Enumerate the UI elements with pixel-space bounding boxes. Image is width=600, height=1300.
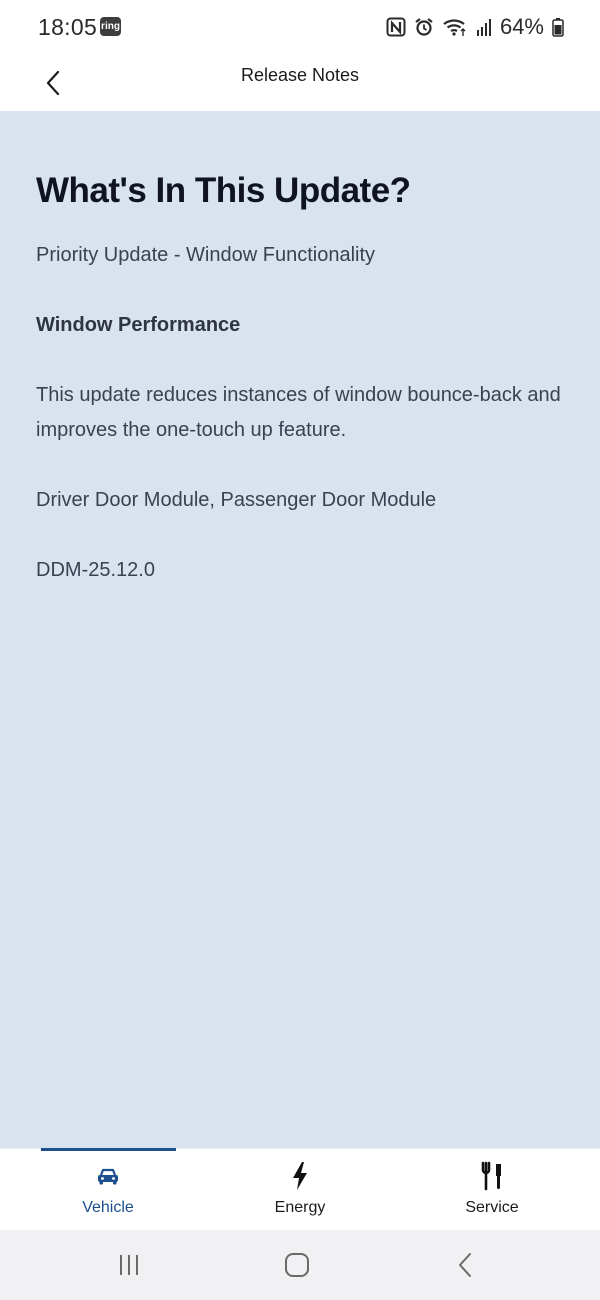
lightning-icon [291,1159,309,1193]
ring-notification-icon: ring [100,17,121,36]
tab-vehicle[interactable]: Vehicle [38,1159,178,1225]
back-icon [459,1253,471,1277]
system-nav-bar [0,1230,600,1300]
alarm-icon [414,17,434,37]
wifi-icon [442,17,468,37]
tab-label: Energy [274,1199,326,1216]
page-title: What's In This Update? [36,171,411,210]
tab-label: Service [465,1199,519,1216]
status-icons: 64% [386,14,564,40]
tab-service[interactable]: Service [422,1159,562,1225]
home-icon [285,1253,309,1277]
app-header: Release Notes [0,55,600,111]
section-heading: Window Performance [36,314,241,336]
recents-icon [120,1255,138,1275]
battery-icon [552,17,564,37]
system-back-button[interactable] [435,1248,495,1282]
tab-label: Vehicle [82,1199,134,1216]
car-icon [96,1159,120,1193]
update-description: This update reduces instances of window … [36,384,561,441]
battery-percentage: 64% [499,14,544,39]
update-subtitle: Priority Update - Window Functionality [36,244,376,266]
software-version: DDM-25.12.0 [36,559,155,581]
tools-icon [480,1159,504,1193]
active-tab-indicator [41,1148,176,1151]
status-bar: 18:05 ring 64% [0,0,600,55]
release-notes-content: What's In This Update? Priority Update -… [0,111,600,1148]
nfc-icon [386,17,406,37]
status-time: 18:05 [38,14,98,40]
recents-button[interactable] [99,1248,159,1282]
home-button[interactable] [267,1248,327,1282]
page-header-title: Release Notes [240,65,360,85]
affected-modules: Driver Door Module, Passenger Door Modul… [36,489,437,511]
bottom-tab-bar: Vehicle Energy Service [0,1148,600,1230]
tab-energy[interactable]: Energy [230,1159,370,1225]
signal-icon [476,17,492,37]
